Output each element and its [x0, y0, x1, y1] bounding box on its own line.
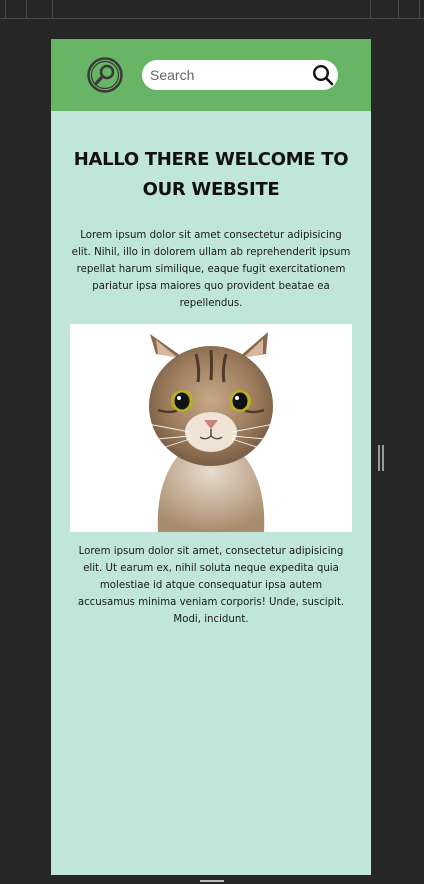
toolbar-divider — [5, 0, 6, 18]
toolbar-divider — [398, 0, 399, 18]
toolbar-divider — [419, 0, 420, 18]
search-bar — [142, 60, 338, 90]
page-title: HALLO THERE WELCOME TO OUR WEBSITE — [73, 149, 349, 200]
toolbar-divider — [26, 0, 27, 18]
search-icon[interactable] — [312, 64, 334, 86]
search-input[interactable] — [142, 60, 302, 90]
body-paragraph: Lorem ipsum dolor sit amet, consectetur … — [77, 546, 345, 625]
site-header — [51, 39, 371, 111]
toolbar-divider — [370, 0, 371, 18]
resize-handle[interactable] — [378, 445, 384, 471]
devtools-toolbar — [0, 0, 424, 19]
toolbar-divider — [52, 0, 53, 18]
device-viewport: HALLO THERE WELCOME TO OUR WEBSITE Lorem… — [51, 39, 371, 875]
magnifier-logo-icon[interactable] — [87, 57, 123, 93]
bottom-handle — [200, 880, 224, 882]
cat-photo — [70, 324, 352, 532]
intro-paragraph: Lorem ipsum dolor sit amet consectetur a… — [71, 230, 351, 309]
